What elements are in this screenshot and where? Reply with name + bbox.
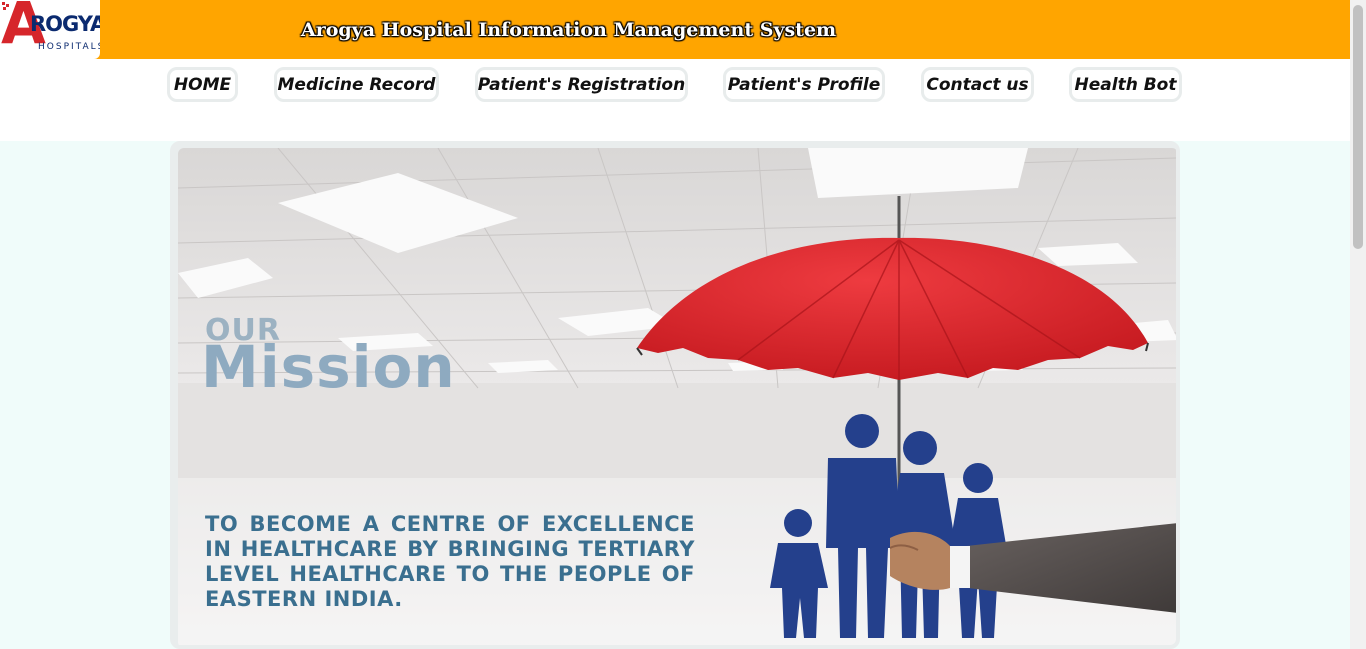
mission-heading: Mission xyxy=(201,333,456,401)
nav-medicine-record-button[interactable]: Medicine Record xyxy=(274,67,439,102)
mission-banner: OUR Mission TO BECOME A CENTRE OF EXCELL… xyxy=(178,148,1176,645)
nav-health-bot-button[interactable]: Health Bot xyxy=(1069,67,1182,102)
mission-statement: TO BECOME A CENTRE OF EXCELLENCE IN HEAL… xyxy=(205,512,695,611)
page-title: Arogya Hospital Information Management S… xyxy=(301,19,837,41)
logo-subtitle: HOSPITALS xyxy=(38,42,100,52)
logo-word: ROGYA xyxy=(30,12,100,36)
top-header: A ROGYA HOSPITALS Arogya Hospital Inform… xyxy=(0,0,1350,59)
hero-frame: OUR Mission TO BECOME A CENTRE OF EXCELL… xyxy=(170,141,1180,649)
nav-contact-us-button[interactable]: Contact us xyxy=(921,67,1034,102)
scrollbar-thumb[interactable] xyxy=(1353,5,1363,249)
nav-home-button[interactable]: HOME xyxy=(167,67,238,102)
main-content: OUR Mission TO BECOME A CENTRE OF EXCELL… xyxy=(0,141,1350,649)
main-nav: HOME Medicine Record Patient's Registrat… xyxy=(0,59,1350,141)
vertical-scrollbar[interactable] xyxy=(1350,0,1366,649)
nav-patient-profile-button[interactable]: Patient's Profile xyxy=(723,67,885,102)
arogya-logo[interactable]: A ROGYA HOSPITALS xyxy=(0,0,100,59)
nav-patient-registration-button[interactable]: Patient's Registration xyxy=(475,67,688,102)
